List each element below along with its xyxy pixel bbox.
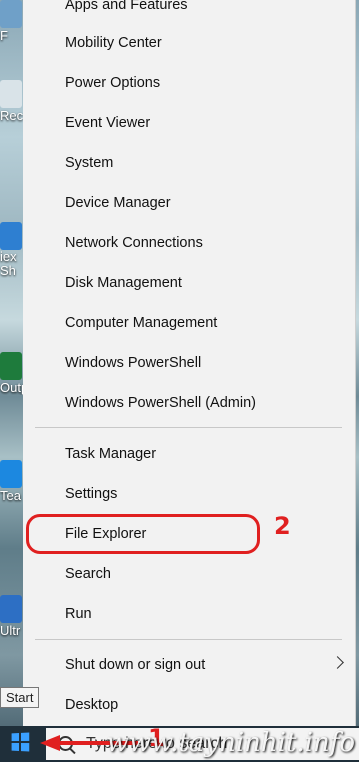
menu-item-run[interactable]: Run (23, 594, 356, 634)
menu-item-power-options[interactable]: Power Options (23, 63, 356, 103)
ultraviewer-icon (0, 595, 22, 623)
menu-item-label: Shut down or sign out (65, 657, 206, 673)
chevron-right-icon (331, 656, 344, 669)
windows-logo-icon (11, 732, 30, 752)
menu-item-apps-and-features[interactable]: Apps and Features (23, 0, 356, 25)
teamviewer-icon (0, 460, 22, 488)
excel-icon (0, 352, 22, 380)
folder-icon (0, 0, 22, 28)
menu-separator (35, 639, 342, 640)
menu-item-shut-down-or-sign-out[interactable]: Shut down or sign out (23, 645, 356, 685)
menu-item-device-manager[interactable]: Device Manager (23, 183, 356, 223)
menu-item-windows-powershell[interactable]: Windows PowerShell (23, 343, 356, 383)
menu-item-task-manager[interactable]: Task Manager (23, 434, 356, 474)
menu-item-event-viewer[interactable]: Event Viewer (23, 103, 356, 143)
menu-item-search[interactable]: Search (23, 554, 356, 594)
arrow-annotation-head (40, 735, 60, 751)
menu-item-mobility-center[interactable]: Mobility Center (23, 23, 356, 63)
annotation-number-2: 2 (274, 512, 291, 540)
menu-item-file-explorer[interactable]: File Explorer (23, 514, 356, 554)
menu-item-system[interactable]: System (23, 143, 356, 183)
menu-item-computer-management[interactable]: Computer Management (23, 303, 356, 343)
internet-explorer-icon (0, 222, 22, 250)
menu-item-settings[interactable]: Settings (23, 474, 356, 514)
recycle-bin-icon (0, 80, 22, 108)
winx-context-menu: Apps and Features Mobility Center Power … (23, 0, 356, 726)
menu-item-windows-powershell-admin[interactable]: Windows PowerShell (Admin) (23, 383, 356, 423)
start-button[interactable] (0, 726, 40, 762)
watermark-text: www.tayninhit.info (106, 728, 356, 758)
menu-item-disk-management[interactable]: Disk Management (23, 263, 356, 303)
menu-separator (35, 427, 342, 428)
start-tooltip: Start (0, 687, 40, 708)
menu-item-network-connections[interactable]: Network Connections (23, 223, 356, 263)
menu-item-desktop[interactable]: Desktop (23, 685, 356, 725)
